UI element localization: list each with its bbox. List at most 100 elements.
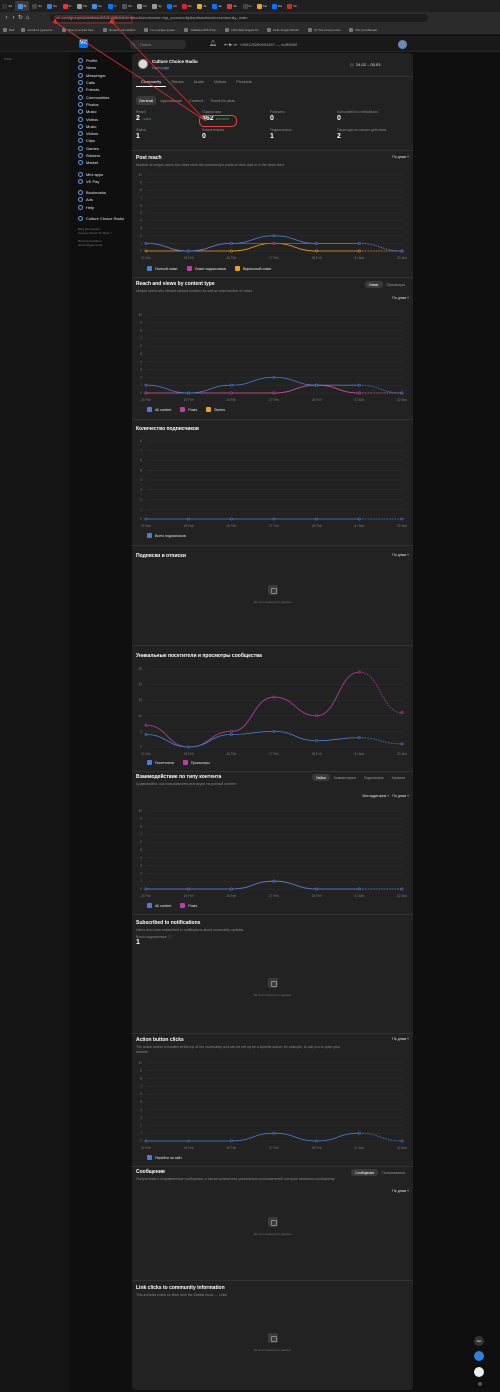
floating-chat-button[interactable] <box>474 1351 484 1361</box>
data-point[interactable] <box>315 249 319 253</box>
data-point[interactable] <box>357 242 361 245</box>
legend-checkbox[interactable] <box>186 266 192 271</box>
avatar[interactable] <box>398 40 407 49</box>
data-point[interactable] <box>272 879 276 883</box>
browser-tab[interactable]: Sa <box>45 1 59 11</box>
data-point[interactable] <box>144 517 148 521</box>
browser-tab[interactable]: Ві <box>15 1 29 11</box>
data-point[interactable] <box>315 242 319 245</box>
legend-item[interactable]: Stories <box>206 407 225 412</box>
legend-item[interactable]: All content <box>147 903 171 908</box>
data-point[interactable] <box>229 1139 233 1143</box>
browser-tab[interactable]: Ка <box>165 1 179 11</box>
home-icon[interactable]: ⌂ <box>24 15 31 22</box>
bookmark-item[interactable]: Веб <box>3 27 14 32</box>
sidebar-item[interactable]: Stickers <box>78 152 130 159</box>
data-point[interactable] <box>400 391 404 395</box>
legend-checkbox[interactable] <box>206 407 212 412</box>
browser-tab[interactable]: Зв <box>30 1 44 11</box>
sidebar-item[interactable]: Communities <box>78 93 130 100</box>
subtab-0[interactable]: General <box>136 96 157 105</box>
legend-checkbox[interactable] <box>235 266 240 271</box>
data-point[interactable] <box>229 391 233 395</box>
vk-logo[interactable]: VK <box>79 39 88 48</box>
floating-button[interactable]: two <box>474 1336 484 1346</box>
period-dropdown[interactable]: По дням ˅ <box>392 296 409 300</box>
legend-checkbox[interactable] <box>180 407 186 412</box>
data-point[interactable] <box>357 249 361 253</box>
legend-checkbox[interactable] <box>147 407 152 412</box>
browser-tab[interactable]: Ви <box>180 1 194 11</box>
data-point[interactable] <box>144 391 148 395</box>
sidebar-item[interactable]: Videos <box>78 115 130 122</box>
data-point[interactable] <box>229 242 233 245</box>
data-point[interactable] <box>187 249 191 253</box>
bookmark-item[interactable]: How to embed free... <box>61 27 96 32</box>
player-controls-icon[interactable]: ⏮ ▶ ⏭ <box>224 42 237 47</box>
search-input[interactable]: ⌕ Поиск <box>130 40 186 49</box>
data-point[interactable] <box>315 714 319 718</box>
sidebar-item[interactable]: Culture Choice Radio <box>78 215 130 222</box>
segment-option[interactable]: Комментарии <box>330 774 360 781</box>
bookmark-item[interactable]: YaMasta APK B Ap... <box>184 27 218 32</box>
period-dropdown[interactable]: По дням ˅ <box>392 1189 409 1193</box>
bookmark-item[interactable]: Le musique qudes... <box>144 27 177 32</box>
tab-2[interactable]: Audio <box>189 77 209 87</box>
browser-tab[interactable]: Зе <box>195 1 209 11</box>
floating-dot[interactable] <box>478 1382 482 1386</box>
data-point[interactable] <box>315 383 319 387</box>
data-point[interactable] <box>315 739 319 743</box>
segment-option[interactable]: Поделились <box>360 774 388 781</box>
bookmark-item[interactable]: Hello Angels World... <box>267 27 301 32</box>
sidebar-item[interactable]: Help <box>78 204 130 211</box>
legend-item[interactable]: Всего подписчиков <box>147 533 186 538</box>
data-point[interactable] <box>357 517 361 521</box>
sidebar-item[interactable]: Clips <box>78 137 130 144</box>
data-point[interactable] <box>315 887 319 891</box>
footer-recommendations[interactable]: Recommendation technologies used <box>78 239 130 247</box>
sidebar-item[interactable]: VK Pay <box>78 178 130 185</box>
segment-option[interactable]: Охват <box>364 281 383 288</box>
browser-tab[interactable]: Fili <box>75 1 89 11</box>
sidebar-item[interactable]: News <box>78 64 130 71</box>
sidebar-item[interactable]: Calls <box>78 79 130 86</box>
legend-item[interactable]: All content <box>147 407 171 412</box>
data-point[interactable] <box>315 517 319 521</box>
data-point[interactable] <box>229 383 233 387</box>
browser-tab[interactable]: Эк <box>225 1 239 11</box>
data-point[interactable] <box>187 1139 191 1143</box>
floating-help-button[interactable] <box>474 1367 484 1377</box>
data-point[interactable] <box>357 1131 361 1135</box>
subtab-1[interactable]: Appearance <box>157 96 185 105</box>
sidebar-item[interactable]: Profile <box>78 57 130 64</box>
legend-checkbox[interactable] <box>183 760 188 765</box>
reload-icon[interactable]: ↻ <box>17 15 24 22</box>
data-point[interactable] <box>187 391 191 395</box>
data-point[interactable] <box>272 242 276 245</box>
sidebar-item[interactable]: Friends <box>78 86 130 93</box>
browser-tab[interactable]: ЗЗ <box>0 1 14 11</box>
data-point[interactable] <box>229 733 233 736</box>
legend-checkbox[interactable] <box>180 903 186 908</box>
data-point[interactable] <box>272 234 276 238</box>
sidebar-item[interactable]: Music <box>78 123 130 130</box>
browser-tab[interactable]: Pr <box>60 1 74 11</box>
sidebar-item[interactable]: Bookmarks <box>78 189 130 196</box>
legend-checkbox[interactable] <box>147 903 152 908</box>
sidebar-item[interactable]: Videos <box>78 130 130 137</box>
data-point[interactable] <box>144 249 148 253</box>
legend-checkbox[interactable] <box>147 266 152 271</box>
data-point[interactable] <box>272 695 276 699</box>
data-point[interactable] <box>229 730 233 733</box>
browser-tab[interactable]: Fil <box>135 1 149 11</box>
period-dropdown[interactable]: По дням ˅ <box>392 794 409 798</box>
tab-0[interactable]: Community <box>136 77 167 87</box>
bookmark-item[interactable]: (7) The Anonymous... <box>307 27 342 32</box>
data-point[interactable] <box>400 1139 404 1143</box>
browser-tab[interactable]: Ок <box>285 1 299 11</box>
browser-tab[interactable]: Gi <box>240 1 254 11</box>
legend-checkbox[interactable] <box>147 760 152 765</box>
open-page-link[interactable]: Open page <box>152 66 169 70</box>
data-point[interactable] <box>229 887 233 891</box>
data-point[interactable] <box>144 887 148 891</box>
